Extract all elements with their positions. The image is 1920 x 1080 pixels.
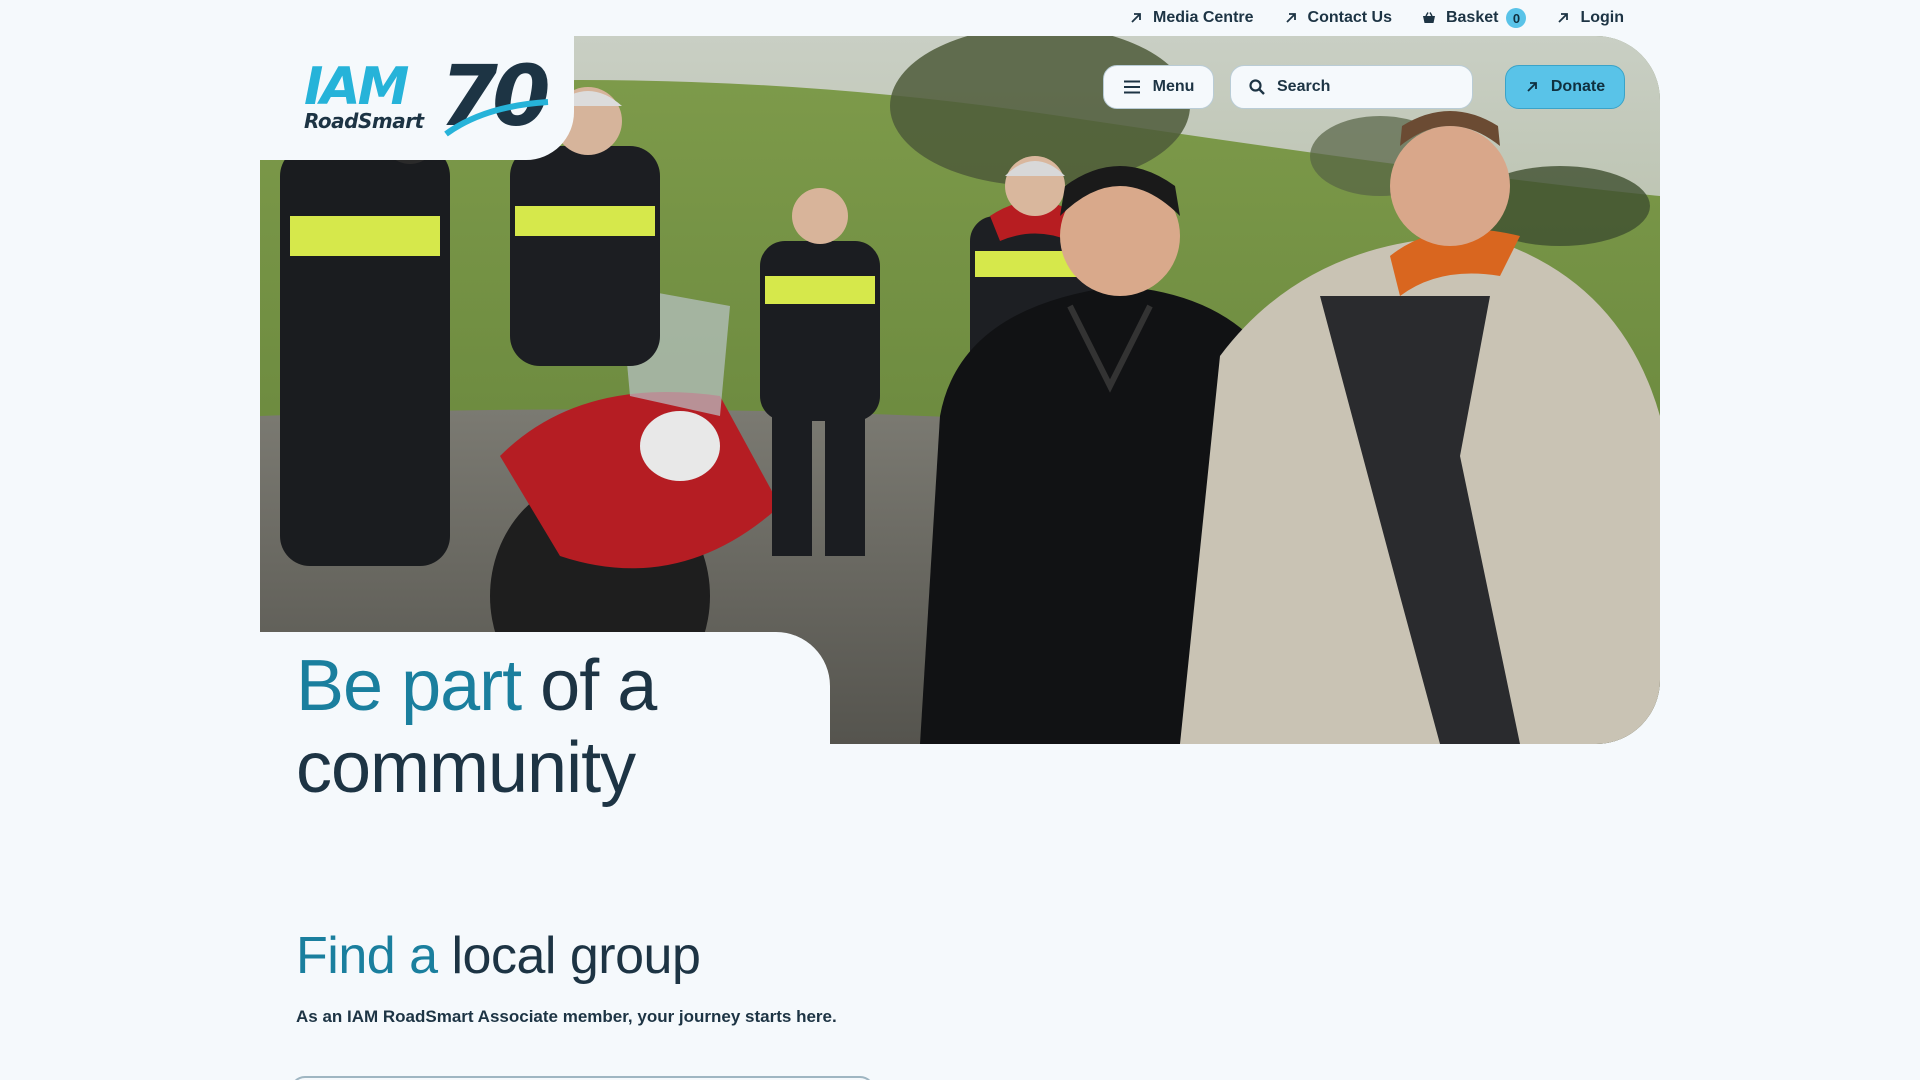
- contact-us-label: Contact Us: [1307, 9, 1392, 26]
- find-group-heading-rest: local group: [437, 927, 701, 985]
- donate-button-label: Donate: [1550, 78, 1606, 95]
- search-input[interactable]: [1277, 78, 1457, 96]
- search-icon: [1249, 79, 1265, 95]
- contact-us-link[interactable]: Contact Us: [1284, 5, 1392, 31]
- find-group-heading-accent: Find a: [296, 927, 438, 985]
- menu-button-label: Menu: [1152, 78, 1195, 95]
- utility-nav: Media Centre Contact Us Basket 0 Login: [1129, 5, 1624, 31]
- login-label: Login: [1580, 9, 1624, 26]
- hamburger-icon: [1123, 80, 1140, 94]
- media-centre-link[interactable]: Media Centre: [1129, 5, 1254, 31]
- menu-button[interactable]: Menu: [1103, 65, 1214, 109]
- find-group-subtitle: As an IAM RoadSmart Associate member, yo…: [296, 1007, 837, 1026]
- logo-roadsmart-text: RoadSmart: [304, 109, 424, 133]
- logo-70-text: 70: [440, 54, 551, 138]
- logo-wordmark: IAM RoadSmart: [304, 61, 424, 131]
- basket-icon: [1422, 12, 1435, 23]
- basket-link[interactable]: Basket 0: [1422, 5, 1527, 31]
- login-link[interactable]: Login: [1556, 5, 1624, 31]
- donate-button[interactable]: Donate: [1505, 65, 1625, 109]
- arrow-up-right-icon: [1558, 13, 1569, 23]
- hero-heading-accent: Be part: [296, 646, 522, 726]
- media-centre-label: Media Centre: [1153, 9, 1254, 26]
- logo-swoosh-icon: [443, 99, 548, 137]
- basket-label: Basket: [1445, 9, 1499, 26]
- arrow-up-right-icon: [1527, 82, 1537, 92]
- search-box[interactable]: [1230, 65, 1473, 109]
- logo-iam-text: IAM: [304, 57, 409, 117]
- group-search-card[interactable]: [290, 1076, 875, 1080]
- hero-heading: Be part of a community: [296, 645, 816, 809]
- find-group-heading: Find a local group: [296, 924, 701, 988]
- basket-count-badge: 0: [1506, 8, 1527, 28]
- arrow-up-right-icon: [1131, 13, 1141, 23]
- iam-roadsmart-70-logo[interactable]: IAM RoadSmart 70: [304, 54, 551, 138]
- arrow-up-right-icon: [1285, 13, 1296, 23]
